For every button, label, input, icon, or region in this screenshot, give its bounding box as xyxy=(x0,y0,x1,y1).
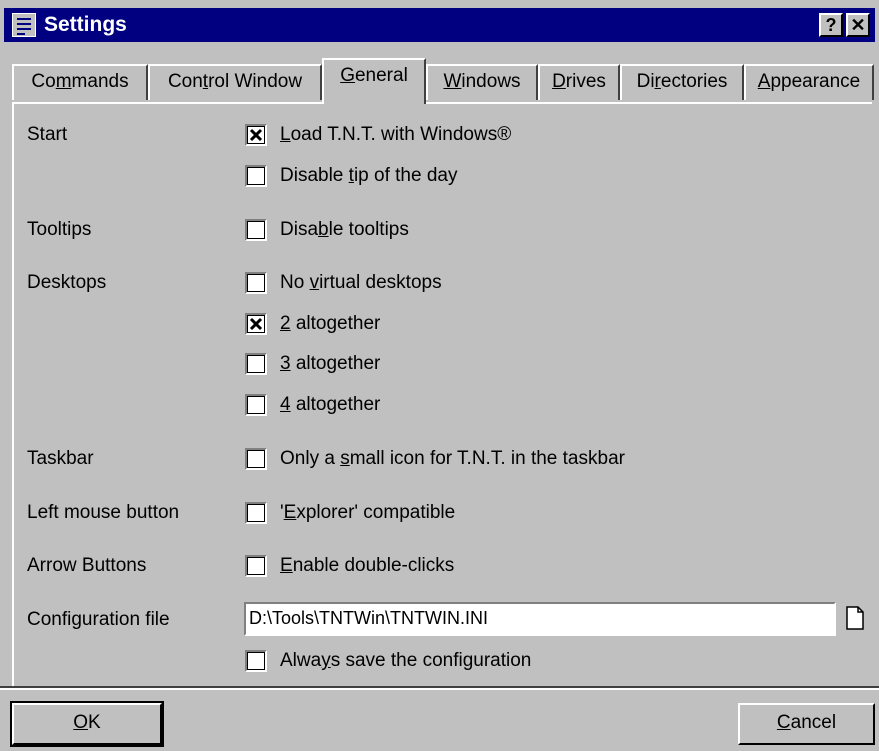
double-clicks-checkbox[interactable] xyxy=(245,555,267,577)
check-mark-icon xyxy=(249,317,263,331)
small-icon-label[interactable]: Only a small icon for T.N.T. in the task… xyxy=(280,448,625,470)
general-panel xyxy=(12,102,872,686)
settings-app-icon xyxy=(12,13,36,37)
taskbar-label: Taskbar xyxy=(27,448,94,469)
settings-dialog: Settings ? ✕ Commands Control Window Gen… xyxy=(0,0,879,751)
desktops-label: Desktops xyxy=(27,272,107,293)
tab-drives[interactable]: Drives xyxy=(538,64,620,100)
disable-tooltips-checkbox[interactable] xyxy=(245,219,267,241)
help-button[interactable]: ? xyxy=(819,13,843,37)
explorer-compatible-checkbox[interactable] xyxy=(245,502,267,524)
check-mark-icon xyxy=(249,128,263,142)
tab-strip: Commands Control Window General Windows … xyxy=(12,58,879,104)
always-save-checkbox[interactable] xyxy=(245,650,267,672)
four-desktops-label[interactable]: 4 altogether xyxy=(280,394,380,416)
button-separator xyxy=(0,686,879,690)
tab-general[interactable]: General xyxy=(322,58,426,104)
three-desktops-checkbox[interactable] xyxy=(245,353,267,375)
window-title: Settings xyxy=(44,13,127,36)
tab-control-window[interactable]: Control Window xyxy=(148,64,322,100)
tab-commands[interactable]: Commands xyxy=(12,64,148,100)
load-tnt-checkbox[interactable] xyxy=(245,124,267,146)
tooltips-label: Tooltips xyxy=(27,219,92,240)
arrow-buttons-label: Arrow Buttons xyxy=(27,555,147,576)
configuration-file-label: Configuration file xyxy=(27,609,170,630)
close-button[interactable]: ✕ xyxy=(846,13,870,37)
disable-tip-label[interactable]: Disable tip of the day xyxy=(280,165,457,187)
title-bar[interactable]: Settings ? ✕ xyxy=(4,8,875,42)
always-save-label[interactable]: Always save the configuration xyxy=(280,650,531,672)
load-tnt-label[interactable]: Load T.N.T. with Windows® xyxy=(280,124,511,146)
no-virtual-desktops-label[interactable]: No virtual desktops xyxy=(280,272,442,294)
config-file-input[interactable]: D:\Tools\TNTWin\TNTWIN.INI xyxy=(244,602,836,636)
double-clicks-label[interactable]: Enable double-clicks xyxy=(280,555,454,577)
no-virtual-desktops-checkbox[interactable] xyxy=(245,272,267,294)
cancel-button[interactable]: Cancel xyxy=(738,703,875,745)
two-desktops-checkbox[interactable] xyxy=(245,313,267,335)
small-icon-checkbox[interactable] xyxy=(245,448,267,470)
disable-tooltips-label[interactable]: Disable tooltips xyxy=(280,219,409,241)
tab-appearance[interactable]: Appearance xyxy=(744,64,874,100)
browse-file-icon[interactable] xyxy=(846,606,864,630)
explorer-compatible-label[interactable]: 'Explorer' compatible xyxy=(280,502,455,524)
tab-windows[interactable]: Windows xyxy=(426,64,538,100)
left-mouse-button-label: Left mouse button xyxy=(27,502,180,523)
disable-tip-checkbox[interactable] xyxy=(245,165,267,187)
ok-button[interactable]: OK xyxy=(10,701,164,747)
start-label: Start xyxy=(27,124,68,145)
three-desktops-label[interactable]: 3 altogether xyxy=(280,353,380,375)
four-desktops-checkbox[interactable] xyxy=(245,394,267,416)
two-desktops-label[interactable]: 2 altogether xyxy=(280,313,380,335)
tab-directories[interactable]: Directories xyxy=(620,64,744,100)
